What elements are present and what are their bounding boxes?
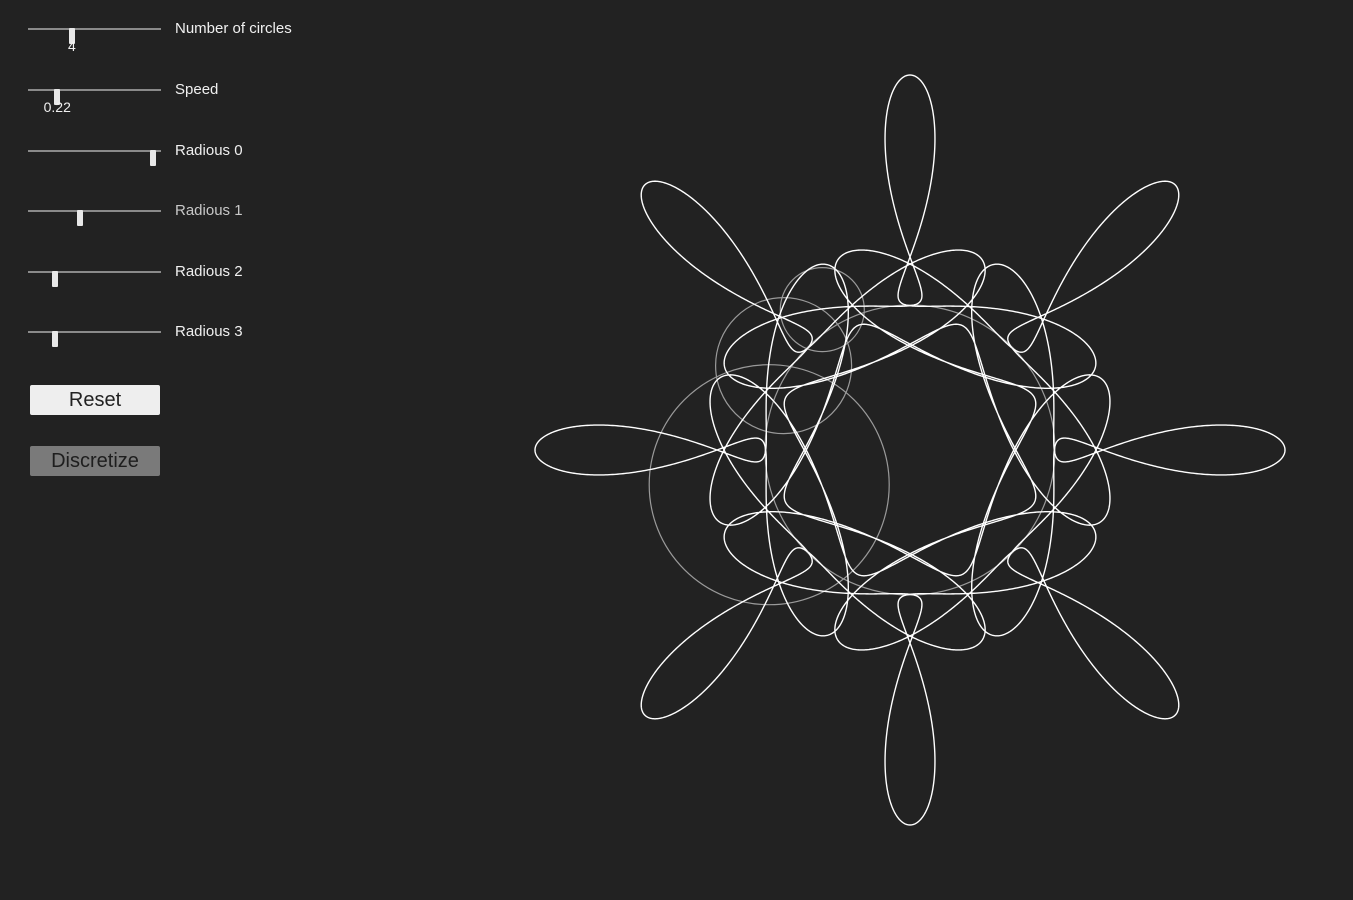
number-of-circles-value: 4 bbox=[67, 38, 76, 54]
radius-1-control: Radious 1 bbox=[28, 202, 308, 243]
radius-2-slider[interactable] bbox=[28, 271, 161, 287]
speed-slider[interactable] bbox=[28, 89, 161, 105]
radius-1-thumb[interactable] bbox=[76, 210, 83, 226]
epicycle-circle bbox=[764, 304, 1056, 596]
number-of-circles-control: 4 Number of circles bbox=[28, 20, 308, 61]
radius-1-label: Radious 1 bbox=[175, 202, 243, 219]
discretize-button[interactable]: Discretize bbox=[30, 446, 160, 476]
radius-2-label: Radious 2 bbox=[175, 263, 243, 280]
radius-3-label: Radious 3 bbox=[175, 323, 243, 340]
speed-value: 0.22 bbox=[43, 99, 71, 115]
radius-0-slider[interactable] bbox=[28, 150, 161, 166]
speed-control: 0.22 Speed bbox=[28, 81, 308, 122]
radius-1-slider[interactable] bbox=[28, 210, 161, 226]
radius-0-control: Radious 0 bbox=[28, 142, 308, 183]
spirograph-trace bbox=[534, 74, 1286, 826]
radius-0-thumb[interactable] bbox=[150, 150, 157, 166]
radius-0-label: Radious 0 bbox=[175, 142, 243, 159]
radius-2-control: Radious 2 bbox=[28, 263, 308, 304]
reset-button[interactable]: Reset bbox=[30, 385, 160, 415]
epicycle-circles bbox=[648, 267, 1056, 606]
radius-3-control: Radious 3 bbox=[28, 323, 308, 364]
number-of-circles-label: Number of circles bbox=[175, 20, 292, 37]
radius-2-thumb[interactable] bbox=[51, 271, 58, 287]
radius-3-slider[interactable] bbox=[28, 331, 161, 347]
epicycle-canvas bbox=[534, 74, 1286, 826]
number-of-circles-slider[interactable] bbox=[28, 28, 161, 44]
radius-3-thumb[interactable] bbox=[51, 331, 58, 347]
speed-label: Speed bbox=[175, 81, 219, 98]
